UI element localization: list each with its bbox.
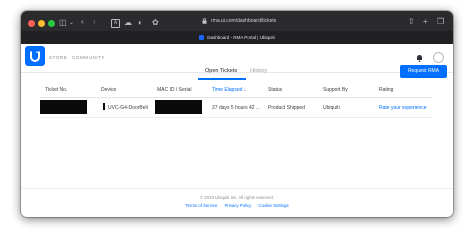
bell-icon[interactable] bbox=[416, 54, 423, 62]
status-cell: Product Shipped bbox=[268, 105, 305, 111]
column-time-elapsed-label: Time Elapsed bbox=[212, 87, 243, 93]
column-rating[interactable]: Rating bbox=[379, 87, 393, 93]
table-row[interactable]: UVC-G4-DoorBell 27 days 5 hours 42 ... P… bbox=[40, 98, 432, 117]
rate-experience-link[interactable]: Rate your experience bbox=[379, 105, 427, 111]
browser-tab[interactable]: Dashboard - RMA Portal | Ubiquiti bbox=[21, 32, 453, 43]
column-support-by[interactable]: Support By bbox=[323, 87, 348, 93]
forward-arrow-icon[interactable]: › bbox=[93, 18, 96, 26]
tab-overview-icon[interactable]: ❐ bbox=[437, 18, 444, 26]
column-status[interactable]: Status bbox=[268, 87, 282, 93]
time-elapsed-cell: 27 days 5 hours 42 ... bbox=[212, 105, 261, 111]
minimize-window-button[interactable] bbox=[38, 20, 45, 27]
browser-window: ◫ ⌄ ‹ › A ☁ ◐ ✿ rma.ui.com/dashboard/tic… bbox=[21, 11, 453, 217]
extension-icon[interactable]: ✿ bbox=[152, 19, 159, 27]
address-bar[interactable]: rma.ui.com/dashboard/tickets bbox=[211, 18, 276, 24]
device-cell: UVC-G4-DoorBell bbox=[108, 105, 148, 111]
request-rma-button[interactable]: Request RMA bbox=[400, 65, 447, 78]
redacted-ticket-number bbox=[40, 100, 87, 114]
redacted-mac-serial bbox=[155, 100, 202, 114]
active-tab-underline bbox=[198, 78, 246, 80]
new-tab-icon[interactable]: + bbox=[423, 18, 428, 26]
user-avatar-icon[interactable] bbox=[433, 52, 444, 63]
sidebar-toggle-icon[interactable]: ◫ bbox=[59, 19, 67, 27]
close-window-button[interactable] bbox=[28, 20, 35, 27]
share-icon[interactable]: ⇧ bbox=[408, 18, 415, 26]
cookie-settings-link[interactable]: Cookie Settings bbox=[259, 203, 289, 208]
footer-copyright: © 2023 Ubiquiti Inc. All rights reserved… bbox=[199, 195, 275, 200]
support-by-cell: Ubiquiti bbox=[323, 105, 340, 111]
shield-icon[interactable]: ◐ bbox=[138, 19, 143, 27]
tab-open-tickets[interactable]: Open Tickets bbox=[205, 68, 237, 74]
zoom-window-button[interactable] bbox=[48, 20, 55, 27]
column-mac-serial[interactable]: MAC ID / Serial bbox=[157, 87, 191, 93]
column-time-elapsed[interactable]: Time Elapsed ↓ bbox=[212, 87, 246, 93]
footer-divider bbox=[21, 188, 453, 189]
footer-links: Terms of Service Privacy Policy Cookie S… bbox=[21, 203, 453, 208]
sort-arrow-icon: ↓ bbox=[243, 87, 247, 93]
tab-bar: Dashboard - RMA Portal | Ubiquiti bbox=[21, 31, 453, 44]
column-ticket-no[interactable]: Ticket No. bbox=[45, 87, 67, 93]
chevron-down-icon[interactable]: ⌄ bbox=[69, 19, 74, 27]
terms-of-service-link[interactable]: Terms of Service bbox=[185, 203, 217, 208]
lock-icon bbox=[202, 18, 207, 24]
column-device[interactable]: Device bbox=[101, 87, 116, 93]
nav-store-link[interactable]: STORE bbox=[49, 55, 67, 60]
extension-icon[interactable]: ☁ bbox=[124, 19, 132, 27]
tab-history[interactable]: History bbox=[250, 68, 267, 74]
ubiquiti-favicon-icon bbox=[199, 35, 205, 40]
browser-toolbar: ◫ ⌄ ‹ › A ☁ ◐ ✿ rma.ui.com/dashboard/tic… bbox=[21, 11, 453, 44]
privacy-policy-link[interactable]: Privacy Policy bbox=[225, 203, 252, 208]
back-arrow-icon[interactable]: ‹ bbox=[81, 18, 84, 26]
row-divider bbox=[40, 117, 432, 118]
extension-icon[interactable]: A bbox=[111, 19, 120, 28]
browser-tab-title: Dashboard - RMA Portal | Ubiquiti bbox=[207, 35, 275, 40]
ubiquiti-logo-icon[interactable] bbox=[25, 46, 45, 66]
redacted-device-marker bbox=[103, 103, 105, 110]
nav-community-link[interactable]: COMMUNITY bbox=[72, 55, 105, 60]
